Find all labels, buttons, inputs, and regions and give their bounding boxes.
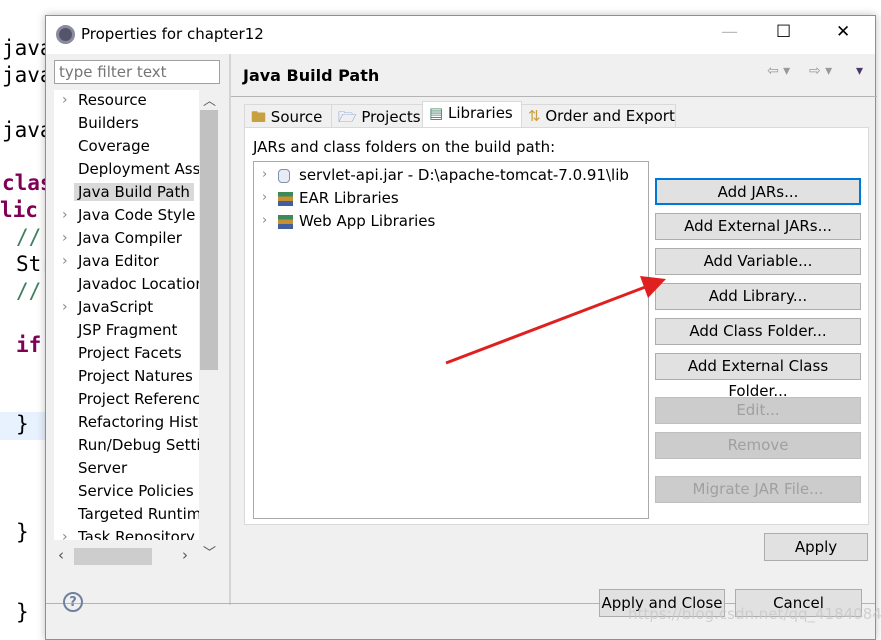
watermark: https://blog.csdn.net/qq_41840847 — [628, 605, 881, 623]
red-arrow-annotation — [445, 276, 666, 365]
